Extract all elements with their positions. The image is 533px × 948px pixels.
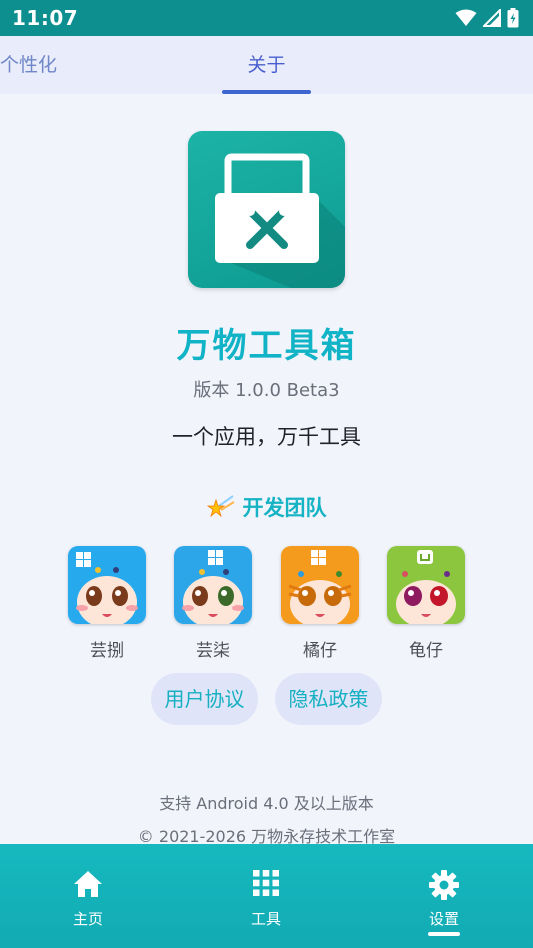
user-agreement-button[interactable]: 用户协议: [151, 673, 258, 725]
support-text: 支持 Android 4.0 及以上版本: [159, 794, 374, 813]
team-heading: 开发团队: [0, 492, 533, 522]
app-version: 版本 1.0.0 Beta3: [193, 380, 340, 401]
signal-icon: [483, 9, 501, 27]
status-icons: [455, 8, 519, 28]
about-page: 万物工具箱 版本 1.0.0 Beta3 一个应用，万千工具 开发团队 芸捌 芸…: [0, 94, 533, 846]
team-member[interactable]: 龟仔: [387, 546, 465, 661]
nav-home[interactable]: 主页: [28, 844, 148, 948]
member-avatar: [281, 546, 359, 624]
status-time: 11:07: [12, 6, 79, 30]
nav-tools[interactable]: 工具: [206, 844, 326, 948]
member-avatar: [174, 546, 252, 624]
tab-bar: 个性化 关于: [0, 36, 533, 94]
gear-icon: [429, 870, 459, 900]
tab-about[interactable]: 关于: [222, 36, 311, 94]
home-icon: [74, 871, 102, 897]
privacy-policy-button[interactable]: 隐私政策: [275, 673, 382, 725]
nav-tools-label: 工具: [250, 910, 281, 928]
member-name: 芸柒: [196, 641, 230, 661]
team-members: 芸捌 芸柒 橘仔 龟仔: [0, 546, 533, 666]
team-member[interactable]: 芸捌: [68, 546, 146, 661]
app-name: 万物工具箱: [176, 326, 357, 366]
app-logo: [188, 131, 345, 288]
team-member[interactable]: 芸柒: [174, 546, 252, 661]
bottom-navigation: 主页 工具 设置: [0, 844, 533, 948]
nav-settings-label: 设置: [428, 910, 459, 928]
member-name: 橘仔: [303, 641, 337, 661]
battery-charging-icon: [507, 8, 519, 28]
member-name: 龟仔: [409, 641, 443, 661]
wifi-icon: [455, 9, 477, 26]
team-member[interactable]: 橘仔: [281, 546, 359, 661]
shooting-star-icon: [206, 495, 235, 518]
nav-home-label: 主页: [72, 910, 103, 928]
team-title: 开发团队: [242, 496, 327, 520]
status-bar: 11:07: [0, 0, 533, 36]
tab-personalization[interactable]: 个性化: [0, 36, 57, 94]
nav-active-indicator: [428, 932, 460, 936]
app-slogan: 一个应用，万千工具: [172, 425, 361, 449]
member-avatar: [68, 546, 146, 624]
member-avatar: [387, 546, 465, 624]
member-name: 芸捌: [90, 641, 124, 661]
grid-icon: [253, 870, 279, 896]
